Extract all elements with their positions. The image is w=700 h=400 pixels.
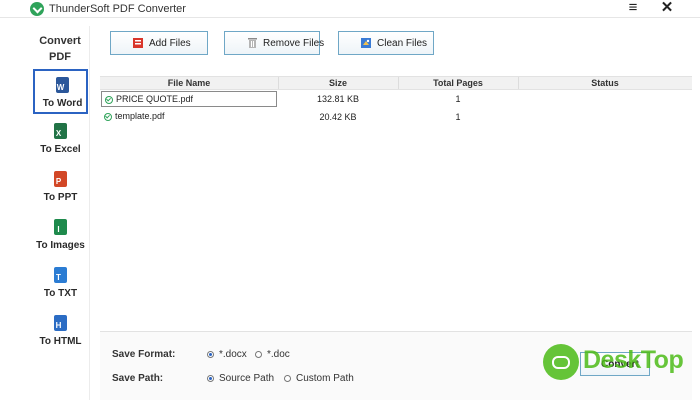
- ppt-icon: P: [54, 171, 67, 187]
- source-path-label[interactable]: Source Path: [219, 373, 274, 384]
- trash-icon: [248, 38, 257, 48]
- toolbar: Add Files Remove Files Clean Files: [100, 26, 692, 66]
- txt-icon-glyph: T: [56, 273, 61, 282]
- header-status[interactable]: Status: [518, 78, 692, 88]
- html-icon: H: [54, 315, 67, 331]
- check-circle-icon: [104, 113, 112, 121]
- sidebar-item-to-html[interactable]: H To HTML: [33, 309, 88, 354]
- file-size: 20.42 KB: [319, 112, 357, 122]
- header-size[interactable]: Size: [278, 78, 398, 88]
- file-pages: 1: [455, 94, 461, 104]
- file-table: File Name Size Total Pages Status PRICE …: [100, 76, 692, 126]
- txt-icon: T: [54, 267, 67, 283]
- sidebar-item-to-ppt[interactable]: P To PPT: [33, 165, 88, 210]
- format-doc-radio[interactable]: [255, 351, 262, 358]
- sidebar-item-to-images[interactable]: I To Images: [33, 213, 88, 258]
- file-name: template.pdf: [115, 111, 165, 121]
- table-row[interactable]: template.pdf 20.42 KB 1: [100, 108, 692, 126]
- header-file-name[interactable]: File Name: [100, 78, 278, 88]
- menu-icon[interactable]: ≡: [626, 0, 640, 16]
- sidebar-item-to-word[interactable]: W To Word: [33, 69, 88, 114]
- title-bar: ThunderSoft PDF Converter ≡ ✕: [0, 0, 700, 18]
- save-path-label: Save Path:: [112, 373, 164, 384]
- sidebar-item-label: To Excel: [40, 144, 81, 155]
- table-header: File Name Size Total Pages Status: [100, 76, 692, 90]
- save-format-label: Save Format:: [112, 349, 176, 360]
- images-icon: I: [54, 219, 67, 235]
- custom-path-radio[interactable]: [284, 375, 291, 382]
- file-name-cell[interactable]: PRICE QUOTE.pdf: [101, 91, 277, 107]
- sidebar-item-label: To PPT: [43, 192, 78, 203]
- watermark-text: DeskTop: [583, 346, 684, 374]
- excel-icon-glyph: X: [55, 129, 62, 138]
- header-total-pages[interactable]: Total Pages: [398, 78, 518, 88]
- word-icon: W: [56, 77, 69, 93]
- sidebar-item-label: To TXT: [43, 288, 78, 299]
- window-title: ThunderSoft PDF Converter: [49, 3, 186, 15]
- sidebar-item-label: To Images: [36, 240, 85, 251]
- app-logo-icon: [30, 2, 44, 16]
- add-files-icon: [133, 38, 143, 48]
- source-path-radio[interactable]: [207, 375, 214, 382]
- images-icon-glyph: I: [57, 225, 60, 234]
- add-files-button[interactable]: Add Files: [110, 31, 208, 55]
- sidebar-item-to-excel[interactable]: X To Excel: [33, 117, 88, 162]
- remove-files-button[interactable]: Remove Files: [224, 31, 324, 55]
- sidebar-item-to-txt[interactable]: T To TXT: [33, 261, 88, 306]
- table-row[interactable]: PRICE QUOTE.pdf 132.81 KB 1: [100, 90, 692, 108]
- file-name-cell[interactable]: template.pdf: [101, 109, 277, 125]
- clean-files-icon: [361, 38, 371, 48]
- sidebar: Convert PDF W To Word X To Excel P To PP…: [30, 26, 90, 400]
- html-icon-glyph: H: [55, 321, 62, 330]
- word-icon-glyph: W: [56, 83, 65, 92]
- clean-files-label: Clean Files: [377, 38, 428, 49]
- format-docx-radio[interactable]: [207, 351, 214, 358]
- custom-path-label[interactable]: Custom Path: [296, 373, 354, 384]
- format-doc-label[interactable]: *.doc: [267, 349, 290, 360]
- sidebar-item-label: To HTML: [39, 336, 82, 347]
- sidebar-item-label: To Word: [42, 98, 83, 109]
- file-pages: 1: [455, 112, 461, 122]
- remove-files-label: Remove Files: [263, 38, 325, 49]
- watermark: DeskTop: [543, 344, 693, 380]
- close-icon[interactable]: ✕: [660, 0, 674, 16]
- file-size: 132.81 KB: [316, 94, 360, 104]
- file-name: PRICE QUOTE.pdf: [116, 94, 194, 104]
- watermark-logo-icon: [543, 344, 579, 380]
- clean-files-button[interactable]: Clean Files: [338, 31, 434, 55]
- sidebar-title: Convert PDF: [39, 35, 81, 63]
- excel-icon: X: [54, 123, 67, 139]
- add-files-label: Add Files: [149, 38, 191, 49]
- check-circle-icon: [105, 96, 113, 104]
- format-docx-label[interactable]: *.docx: [219, 349, 247, 360]
- ppt-icon-glyph: P: [55, 177, 62, 186]
